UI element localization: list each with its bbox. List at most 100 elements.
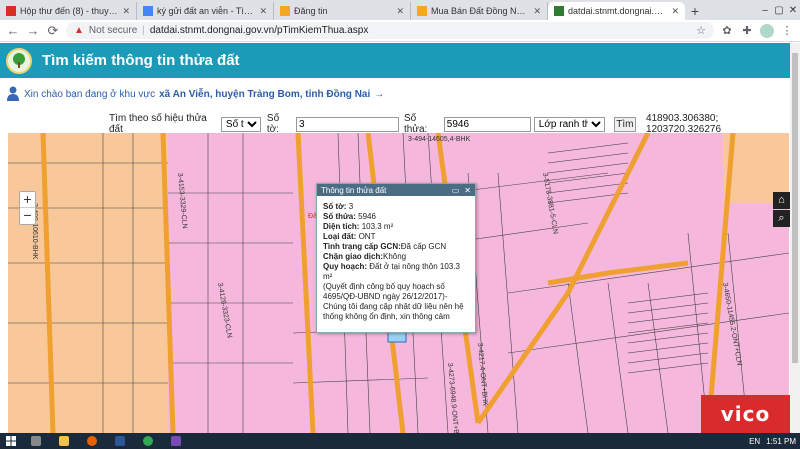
map-side-buttons: ⌂ ⌕ [773,192,790,228]
tab-title: ký gửi đất an viễn - Tìm với Goo [157,6,255,16]
parcel-info-popup: Thông tin thửa đất ▭ ✕ Số tờ: 3 Số thửa:… [316,183,476,333]
language-indicator[interactable]: EN [749,437,760,446]
site-icon [280,6,290,16]
close-icon[interactable]: ✕ [464,186,471,195]
puzzle-icon[interactable]: ✚ [740,24,754,37]
zoom-in-button[interactable]: + [20,192,35,208]
maximize-icon[interactable]: ▢ [772,5,786,16]
profile-avatar[interactable] [760,23,774,38]
word-icon[interactable] [106,433,134,449]
parcel-label: Số thửa: [403,113,428,135]
browser-tab[interactable]: ký gửi đất an viễn - Tìm với Goo ✕ [137,2,274,20]
tab-close-icon[interactable]: ✕ [671,6,679,17]
reload-icon[interactable]: ⟳ [46,23,60,39]
tab-title: Đăng tin [294,6,328,16]
browser-tab-bar: Hộp thư đến (8) - thuylanh2324✕ký gửi đấ… [0,0,800,20]
info-row-so-thua: Số thửa: 5946 [323,212,376,221]
gmail-icon [6,6,16,16]
area-name: xã An Viễn, huyện Trảng Bom, tỉnh Đồng N… [159,88,371,100]
not-secure-label: Not secure [88,25,138,36]
new-tab-button[interactable]: + [685,2,705,20]
search-form: Tìm theo số hiệu thửa đất Số tờ Số tờ: S… [0,113,790,135]
area-arrow-icon[interactable]: → [374,89,384,100]
map-label: 3-4650-11455.2-ONT+CLN [721,282,742,366]
page-header: Tìm kiếm thông tin thửa đất [0,43,790,78]
url-text: datdai.stnmt.dongnai.gov.vn/pTimKiemThua… [149,25,369,36]
user-icon [7,86,19,101]
info-row-loai-dat: Loại đất: ONT [323,232,376,241]
welcome-text: Xin chào bạn đang ở khu vực [24,88,156,100]
windows-taskbar: EN 1:51 PM [0,433,800,449]
chrome-icon[interactable] [134,433,162,449]
task-view-icon[interactable] [22,433,50,449]
page-scrollbar[interactable] [790,43,800,433]
search-icon[interactable]: ⌕ [773,210,790,227]
minimize-icon[interactable]: – [758,5,772,16]
browser-tab[interactable]: datdai.stnmt.dongnai.gov.vn/p ✕ [548,2,685,20]
media-icon[interactable] [162,433,190,449]
menu-icon[interactable]: ⋮ [780,24,794,37]
layer-select[interactable]: Lớp ranh thửa [533,116,605,132]
back-icon[interactable]: ← [6,23,20,38]
tab-title: datdai.stnmt.dongnai.gov.vn/p [568,6,667,16]
search-mode-select[interactable]: Số tờ [220,116,261,132]
map-label: 3-4217.4-ONT+BHK [476,343,489,407]
forward-icon[interactable]: → [26,23,40,38]
tab-close-icon[interactable]: ✕ [122,6,130,17]
home-icon[interactable]: ⌂ [773,192,790,209]
browser-toolbar: ← → ⟳ ▲ Not secure | datdai.stnmt.dongna… [0,20,800,42]
address-bar[interactable]: ▲ Not secure | datdai.stnmt.dongnai.gov.… [66,22,714,39]
search-button[interactable]: Tìm [613,116,636,132]
extension-icon[interactable]: ✿ [720,24,734,37]
sheet-label: Số tờ: [266,113,280,135]
parcel-input[interactable] [443,116,531,132]
tab-title: Mua Bán Đất Đồng Nai Giá Rẻ [431,6,529,16]
warning-icon: ▲ [74,25,84,36]
separator: | [142,25,145,36]
site-icon [417,6,427,16]
map-label: 3-494-14605,4-BHK [408,136,471,143]
system-tray: EN 1:51 PM [749,437,800,446]
info-row-gcn: Tình trạng cấp GCN:Đã cấp GCN [323,242,447,251]
info-note-disclaimer: Chúng tôi đang cập nhật dữ liệu nên hệ t… [323,302,464,321]
tab-title: Hộp thư đến (8) - thuylanh2324 [20,6,118,16]
search-mode-label: Tìm theo số hiệu thửa đất [109,113,207,135]
zoom-control: + − [19,191,36,225]
page-title: Tìm kiếm thông tin thửa đất [42,52,240,69]
browser-tab[interactable]: Mua Bán Đất Đồng Nai Giá Rẻ ✕ [411,2,548,20]
tree-icon [13,52,25,68]
site-icon [554,6,564,16]
file-explorer-icon[interactable] [50,433,78,449]
tab-close-icon[interactable]: ✕ [259,6,267,17]
tab-close-icon[interactable]: ✕ [396,6,404,17]
browser-tab[interactable]: Hộp thư đến (8) - thuylanh2324 ✕ [0,2,137,20]
scrollbar-thumb[interactable] [792,53,798,363]
info-row-so-to: Số tờ: 3 [323,202,354,211]
browser-tab[interactable]: Đăng tin ✕ [274,2,411,20]
welcome-line: Xin chào bạn đang ở khu vực xã An Viễn, … [6,86,384,102]
close-icon[interactable]: ✕ [786,5,800,16]
parcel-pink-zone [168,133,293,433]
info-row-chan: Chặn giao dịch:Không [323,252,407,261]
vico-watermark-logo: vico [701,395,790,433]
windows-start-icon[interactable] [0,433,22,449]
popup-title: Thông tin thửa đất [321,185,387,195]
bookmark-star-icon[interactable]: ☆ [696,24,706,37]
info-row-quy-hoach: Quy hoạch: Đất ở tại nông thôn 103.3 m² [323,262,460,281]
sheet-input[interactable] [295,116,399,132]
zoom-out-button[interactable]: − [20,208,35,224]
parcel-orange-zone [8,133,168,433]
tab-close-icon[interactable]: ✕ [533,6,541,17]
window-controls: – ▢ ✕ [758,0,800,20]
maximize-icon[interactable]: ▭ [452,186,460,195]
popup-body: Số tờ: 3 Số thửa: 5946 Diện tích: 103.3 … [317,196,475,322]
clock[interactable]: 1:51 PM [766,437,796,446]
info-note-decision: (Quyết định công bố quy hoạch số 4695/QĐ… [323,282,448,301]
info-row-dien-tich: Diện tích: 103.3 m² [323,222,394,231]
firefox-icon[interactable] [78,433,106,449]
map-label: 3-4273-6948.9-ONT+BHK [446,363,460,433]
google-icon [143,6,153,16]
coordinates-readout: 418903.306380; 1203720.326276 [645,113,722,135]
map-label: 3-5178-3881-5-CLN [541,172,559,235]
site-logo[interactable] [6,47,32,74]
